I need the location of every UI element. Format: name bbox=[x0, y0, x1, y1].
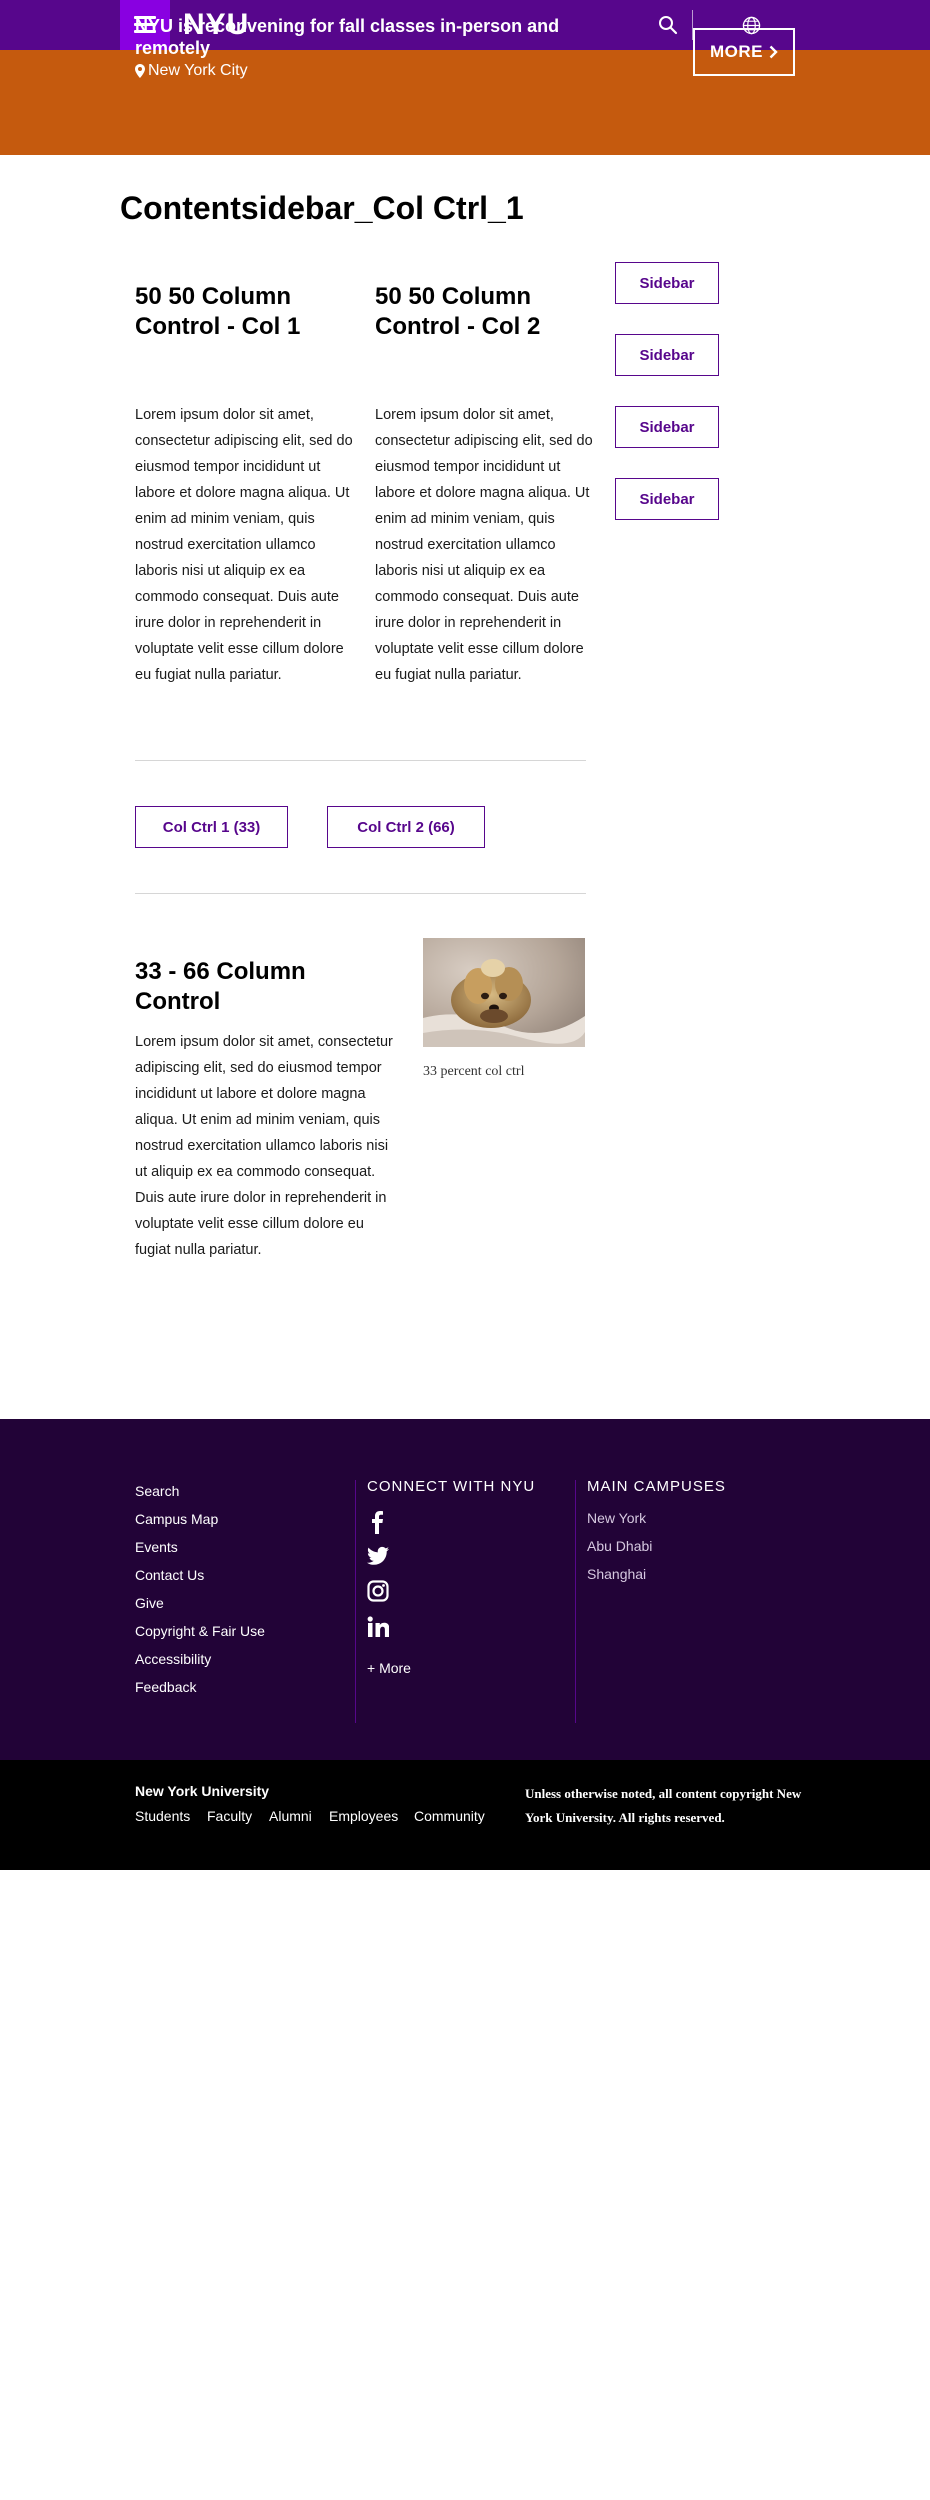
footer-link-contact-us[interactable]: Contact Us bbox=[135, 1567, 204, 1583]
banner-location: New York City bbox=[135, 62, 248, 80]
image-caption: 33 percent col ctrl bbox=[423, 1064, 525, 1079]
footer-link-give[interactable]: Give bbox=[135, 1595, 164, 1611]
dog-photo bbox=[423, 938, 585, 1047]
chevron-right-icon bbox=[769, 45, 778, 59]
sidebar-button[interactable]: Sidebar bbox=[615, 334, 719, 376]
bottom-link-community[interactable]: Community bbox=[414, 1808, 485, 1824]
banner-more-button[interactable]: MORE bbox=[693, 28, 795, 76]
footer-link-search[interactable]: Search bbox=[135, 1483, 179, 1499]
footer-more-link[interactable]: + More bbox=[367, 1660, 411, 1676]
banner-location-text: New York City bbox=[148, 62, 248, 79]
footer-divider bbox=[575, 1480, 576, 1723]
search-icon[interactable] bbox=[655, 12, 681, 38]
campuses-heading: MAIN CAMPUSES bbox=[587, 1478, 726, 1495]
linkedin-icon[interactable] bbox=[367, 1616, 390, 1640]
twitter-icon[interactable] bbox=[367, 1546, 389, 1570]
facebook-icon[interactable] bbox=[367, 1510, 389, 1534]
map-pin-icon bbox=[135, 64, 145, 78]
section-33-heading: 33 - 66 Column Control bbox=[135, 958, 306, 1015]
footer-link-accessibility[interactable]: Accessibility bbox=[135, 1651, 211, 1667]
bottom-link-employees[interactable]: Employees bbox=[329, 1808, 398, 1824]
copyright-notice: Unless otherwise noted, all content copy… bbox=[525, 1786, 802, 1825]
more-button-label: MORE bbox=[710, 42, 763, 61]
col1-body: Lorem ipsum dolor sit amet, consectetur … bbox=[135, 407, 353, 683]
section-33-body: Lorem ipsum dolor sit amet, consectetur … bbox=[135, 1034, 393, 1258]
campus-link-abu-dhabi[interactable]: Abu Dhabi bbox=[587, 1538, 652, 1554]
footer-link-feedback[interactable]: Feedback bbox=[135, 1679, 196, 1695]
sidebar-button[interactable]: Sidebar bbox=[615, 262, 719, 304]
campus-link-new-york[interactable]: New York bbox=[587, 1510, 646, 1526]
col1-heading: 50 50 Column Control - Col 1 bbox=[135, 283, 301, 340]
sidebar-button[interactable]: Sidebar bbox=[615, 406, 719, 448]
section-divider bbox=[135, 760, 586, 761]
footer-divider bbox=[355, 1480, 356, 1723]
university-name: New York University bbox=[135, 1783, 270, 1799]
footer-link-campus-map[interactable]: Campus Map bbox=[135, 1511, 218, 1527]
col2-body: Lorem ipsum dolor sit amet, consectetur … bbox=[375, 407, 593, 683]
col-ctrl-1-button[interactable]: Col Ctrl 1 (33) bbox=[135, 806, 288, 848]
footer-link-events[interactable]: Events bbox=[135, 1539, 178, 1555]
bottom-link-students[interactable]: Students bbox=[135, 1808, 190, 1824]
footer bbox=[0, 1419, 930, 1760]
bottom-link-faculty[interactable]: Faculty bbox=[207, 1808, 252, 1824]
campus-link-shanghai[interactable]: Shanghai bbox=[587, 1566, 646, 1582]
instagram-icon[interactable] bbox=[367, 1580, 389, 1604]
banner-title: NYU is reconvening for fall classes in-p… bbox=[135, 16, 560, 58]
col-ctrl-2-button[interactable]: Col Ctrl 2 (66) bbox=[327, 806, 485, 848]
sidebar-button[interactable]: Sidebar bbox=[615, 478, 719, 520]
page-title: Contentsidebar_Col Ctrl_1 bbox=[120, 190, 524, 226]
section-divider bbox=[135, 893, 586, 894]
col2-heading: 50 50 Column Control - Col 2 bbox=[375, 283, 541, 340]
footer-link-copyright[interactable]: Copyright & Fair Use bbox=[135, 1623, 265, 1639]
connect-heading: CONNECT WITH NYU bbox=[367, 1478, 536, 1495]
bottom-link-alumni[interactable]: Alumni bbox=[269, 1808, 312, 1824]
